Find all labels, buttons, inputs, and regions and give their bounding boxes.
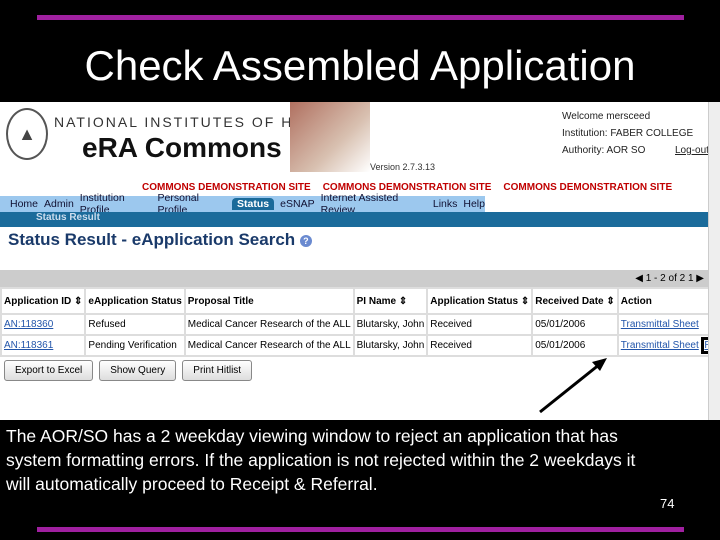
bottom-accent-line	[37, 527, 684, 532]
slide-note: The AOR/SO has a 2 weekday viewing windo…	[0, 420, 648, 520]
page-number: 74	[660, 496, 675, 511]
